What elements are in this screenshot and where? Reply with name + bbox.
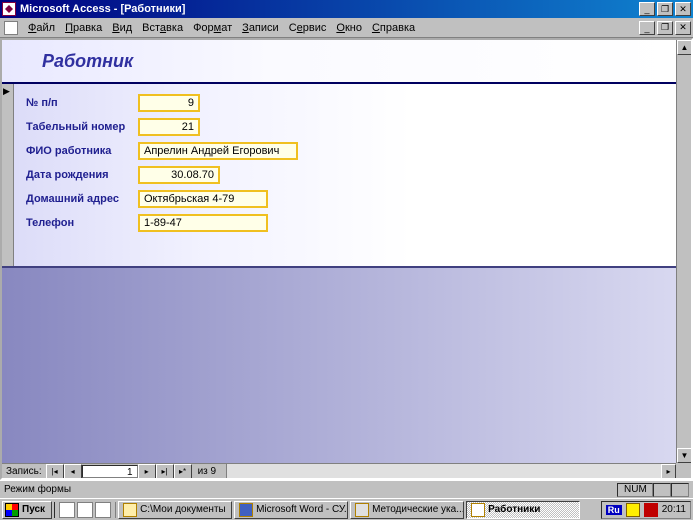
taskbar-btn-folder[interactable]: C:\Мои документы	[118, 501, 232, 519]
menu-tools[interactable]: Сервис	[289, 22, 327, 34]
status-mode: Режим формы	[4, 484, 71, 495]
record-selector[interactable]	[2, 84, 14, 266]
row-addr: Домашний адрес Октябрьская 4-79	[26, 188, 676, 210]
menu-insert[interactable]: Вставка	[142, 22, 183, 34]
label-num: № п/п	[26, 97, 138, 109]
label-fio: ФИО работника	[26, 145, 138, 157]
menu-format[interactable]: Формат	[193, 22, 232, 34]
form-area: Работник № п/п 9 Табельный номер 21 ФИО …	[2, 40, 676, 463]
row-num: № п/п 9	[26, 92, 676, 114]
minimize-button[interactable]: _	[639, 2, 655, 16]
access-app-icon	[2, 2, 16, 16]
scroll-down-button[interactable]: ▼	[677, 448, 692, 463]
label-phone: Телефон	[26, 217, 138, 229]
folder-icon	[123, 503, 137, 517]
taskbar-btn-active[interactable]: Работники	[466, 501, 580, 519]
tray-icon-1[interactable]	[626, 503, 640, 517]
scroll-corner	[676, 463, 691, 478]
ql-icon-1[interactable]	[59, 502, 75, 518]
close-button[interactable]: ✕	[675, 2, 691, 16]
field-fio[interactable]: Апрелин Андрей Егорович	[138, 142, 298, 160]
field-dob[interactable]: 30.08.70	[138, 166, 220, 184]
form-title: Работник	[2, 40, 676, 84]
titlebar: Microsoft Access - [Работники] _ ❐ ✕	[0, 0, 693, 18]
system-tray: Ru 20:11	[601, 501, 691, 519]
taskbar: Пуск C:\Мои документы Microsoft Word - С…	[0, 498, 693, 520]
menu-edit[interactable]: Правка	[65, 22, 102, 34]
menu-file[interactable]: Файл	[28, 22, 55, 34]
workspace: Работник № п/п 9 Табельный номер 21 ФИО …	[0, 38, 693, 480]
label-addr: Домашний адрес	[26, 193, 138, 205]
language-indicator[interactable]: Ru	[606, 505, 622, 515]
recnav-first-button[interactable]: |◂	[46, 464, 64, 479]
maximize-button[interactable]: ❐	[657, 2, 673, 16]
record-navigator-bar: Запись: |◂ ◂ 1 ▸ ▸| ▸* из 9 ▸	[2, 463, 676, 478]
label-tab: Табельный номер	[26, 121, 138, 133]
label-dob: Дата рождения	[26, 169, 138, 181]
word-icon	[239, 503, 253, 517]
recnav-next-button[interactable]: ▸	[138, 464, 156, 479]
row-dob: Дата рождения 30.08.70	[26, 164, 676, 186]
tray-clock[interactable]: 20:11	[662, 504, 686, 515]
scroll-right-button[interactable]: ▸	[661, 464, 676, 479]
recnav-prev-button[interactable]: ◂	[64, 464, 82, 479]
doc-icon	[355, 503, 369, 517]
recnav-new-button[interactable]: ▸*	[174, 464, 192, 479]
taskbar-btn-method[interactable]: Методические ука...	[350, 501, 464, 519]
form-footer-area	[2, 266, 676, 463]
tray-icon-2[interactable]	[644, 503, 658, 517]
menu-help[interactable]: Справка	[372, 22, 415, 34]
recnav-current[interactable]: 1	[82, 465, 138, 478]
start-label: Пуск	[22, 504, 45, 515]
mdi-minimize-button[interactable]: _	[639, 21, 655, 35]
field-addr[interactable]: Октябрьская 4-79	[138, 190, 268, 208]
form-icon[interactable]	[4, 21, 18, 35]
quick-launch	[54, 502, 116, 518]
windows-logo-icon	[5, 503, 19, 517]
ql-icon-2[interactable]	[77, 502, 93, 518]
vertical-scrollbar[interactable]: ▲ ▼	[676, 40, 691, 463]
taskbar-btn-label: Методические ука...	[372, 504, 464, 515]
status-cell-2	[671, 483, 689, 497]
window-title: Microsoft Access - [Работники]	[20, 3, 639, 15]
recnav-last-button[interactable]: ▸|	[156, 464, 174, 479]
row-tab: Табельный номер 21	[26, 116, 676, 138]
mdi-restore-button[interactable]: ❐	[657, 21, 673, 35]
taskbar-btn-word[interactable]: Microsoft Word - СУ...	[234, 501, 348, 519]
menu-records[interactable]: Записи	[242, 22, 279, 34]
menu-view[interactable]: Вид	[112, 22, 132, 34]
horizontal-scroll-track[interactable]	[226, 464, 661, 479]
ql-icon-3[interactable]	[95, 502, 111, 518]
form-icon	[471, 503, 485, 517]
scroll-up-button[interactable]: ▲	[677, 40, 692, 55]
status-num: NUM	[617, 483, 653, 497]
row-phone: Телефон 1-89-47	[26, 212, 676, 234]
row-fio: ФИО работника Апрелин Андрей Егорович	[26, 140, 676, 162]
field-tab[interactable]: 21	[138, 118, 200, 136]
taskbar-btn-label: Microsoft Word - СУ...	[256, 504, 348, 515]
menu-window[interactable]: Окно	[336, 22, 362, 34]
status-cell-1	[653, 483, 671, 497]
recnav-of-label: из 9	[192, 466, 223, 477]
recnav-label: Запись:	[2, 466, 46, 477]
menubar: Файл Правка Вид Вставка Формат Записи Се…	[0, 18, 693, 38]
mdi-close-button[interactable]: ✕	[675, 21, 691, 35]
statusbar: Режим формы NUM	[0, 480, 693, 498]
field-num[interactable]: 9	[138, 94, 200, 112]
taskbar-btn-label: Работники	[488, 504, 540, 515]
start-button[interactable]: Пуск	[2, 501, 52, 519]
field-phone[interactable]: 1-89-47	[138, 214, 268, 232]
taskbar-btn-label: C:\Мои документы	[140, 504, 226, 515]
